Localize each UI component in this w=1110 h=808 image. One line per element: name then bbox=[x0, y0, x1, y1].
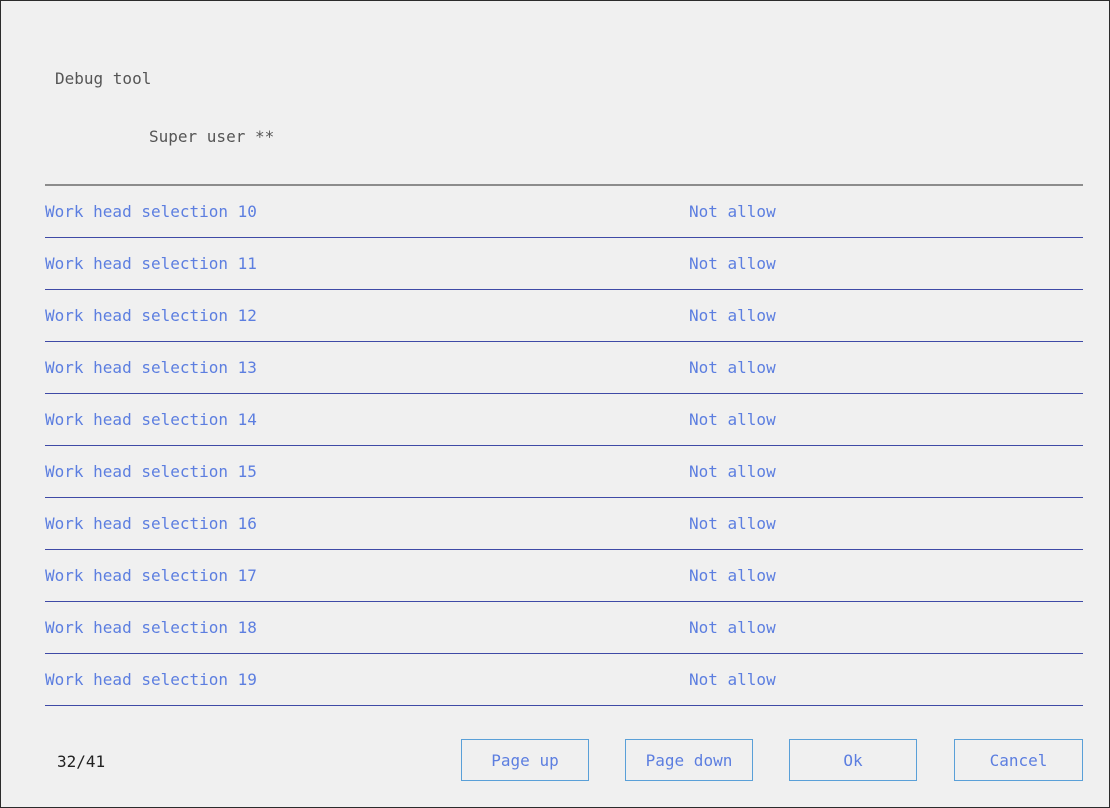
debug-tool-window: Debug tool Super user ** Work head selec… bbox=[0, 0, 1110, 808]
list-item-value[interactable]: Not allow bbox=[689, 202, 776, 221]
list-item-label: Work head selection 17 bbox=[45, 566, 257, 585]
list-item[interactable]: Work head selection 14 Not allow bbox=[45, 394, 1083, 446]
list-item[interactable]: Work head selection 16 Not allow bbox=[45, 498, 1083, 550]
list-item-label: Work head selection 10 bbox=[45, 202, 257, 221]
list-item-label: Work head selection 13 bbox=[45, 358, 257, 377]
list-item-value[interactable]: Not allow bbox=[689, 670, 776, 689]
list-item[interactable]: Work head selection 11 Not allow bbox=[45, 238, 1083, 290]
list-item[interactable]: Work head selection 12 Not allow bbox=[45, 290, 1083, 342]
list-item-value[interactable]: Not allow bbox=[689, 618, 776, 637]
list-item-label: Work head selection 15 bbox=[45, 462, 257, 481]
list-item-value[interactable]: Not allow bbox=[689, 254, 776, 273]
list-item-label: Work head selection 18 bbox=[45, 618, 257, 637]
page-indicator: 32/41 bbox=[57, 752, 106, 771]
user-level-label: Super user ** bbox=[149, 127, 275, 146]
settings-list: Work head selection 10 Not allow Work he… bbox=[45, 186, 1083, 706]
list-item[interactable]: Work head selection 15 Not allow bbox=[45, 446, 1083, 498]
list-item-value[interactable]: Not allow bbox=[689, 462, 776, 481]
list-item[interactable]: Work head selection 13 Not allow bbox=[45, 342, 1083, 394]
page-down-button[interactable]: Page down bbox=[625, 739, 753, 781]
cancel-button[interactable]: Cancel bbox=[954, 739, 1083, 781]
list-item-label: Work head selection 11 bbox=[45, 254, 257, 273]
page-up-button[interactable]: Page up bbox=[461, 739, 589, 781]
list-item-value[interactable]: Not allow bbox=[689, 358, 776, 377]
list-item-value[interactable]: Not allow bbox=[689, 306, 776, 325]
list-item[interactable]: Work head selection 10 Not allow bbox=[45, 186, 1083, 238]
ok-button[interactable]: Ok bbox=[789, 739, 917, 781]
list-item-label: Work head selection 16 bbox=[45, 514, 257, 533]
list-item[interactable]: Work head selection 18 Not allow bbox=[45, 602, 1083, 654]
list-item-value[interactable]: Not allow bbox=[689, 566, 776, 585]
list-item-label: Work head selection 19 bbox=[45, 670, 257, 689]
list-item-value[interactable]: Not allow bbox=[689, 410, 776, 429]
list-item[interactable]: Work head selection 19 Not allow bbox=[45, 654, 1083, 706]
list-item-label: Work head selection 14 bbox=[45, 410, 257, 429]
page-title: Debug tool bbox=[55, 69, 152, 88]
list-item-value[interactable]: Not allow bbox=[689, 514, 776, 533]
list-item-label: Work head selection 12 bbox=[45, 306, 257, 325]
list-item[interactable]: Work head selection 17 Not allow bbox=[45, 550, 1083, 602]
